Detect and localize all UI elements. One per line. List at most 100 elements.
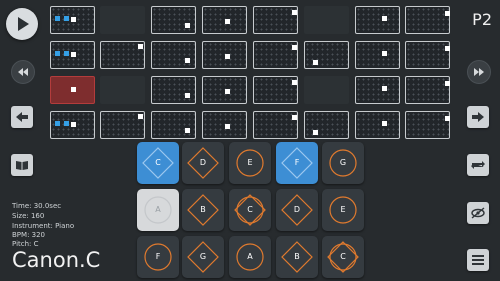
pattern-cell[interactable] xyxy=(100,111,145,139)
pattern-cell[interactable] xyxy=(253,111,298,139)
pattern-label: P2 xyxy=(472,10,492,29)
menu-button[interactable] xyxy=(467,249,489,271)
step-marker xyxy=(382,51,387,56)
step-marker xyxy=(71,122,76,127)
pattern-cell[interactable] xyxy=(304,41,349,69)
note-label: B xyxy=(294,252,300,261)
repeat-icon xyxy=(471,161,485,169)
pattern-cell[interactable] xyxy=(50,76,95,104)
step-marker xyxy=(382,121,387,126)
pattern-cell[interactable] xyxy=(50,41,95,69)
note-label: E xyxy=(340,205,346,214)
active-step-marker xyxy=(64,121,69,126)
step-marker xyxy=(225,19,230,24)
pattern-cell[interactable] xyxy=(151,41,196,69)
arrow-right-icon xyxy=(472,112,484,122)
play-icon xyxy=(18,17,29,31)
eye-off-icon xyxy=(471,207,485,219)
note-pad[interactable]: D xyxy=(182,142,224,184)
step-marker xyxy=(382,86,387,91)
step-marker xyxy=(71,52,76,57)
note-pad[interactable]: B xyxy=(276,236,318,278)
note-label: C xyxy=(340,252,346,261)
step-marker xyxy=(185,58,190,63)
step-marker xyxy=(382,16,387,21)
book-icon xyxy=(16,161,28,170)
step-marker xyxy=(138,44,143,49)
step-marker xyxy=(445,81,450,86)
pattern-cell[interactable] xyxy=(405,6,450,34)
step-marker xyxy=(71,17,76,22)
note-label: B xyxy=(200,205,206,214)
pattern-cell[interactable] xyxy=(100,76,145,104)
step-marker xyxy=(445,11,450,16)
hide-button[interactable] xyxy=(467,202,489,224)
pattern-cell[interactable] xyxy=(50,6,95,34)
pattern-cell[interactable] xyxy=(202,111,247,139)
note-pad[interactable]: A xyxy=(137,189,179,231)
pattern-cell[interactable] xyxy=(355,111,400,139)
note-pad[interactable]: E xyxy=(322,189,364,231)
note-label: F xyxy=(155,252,161,261)
pattern-cell[interactable] xyxy=(355,6,400,34)
note-label: F xyxy=(294,158,300,167)
pattern-cell[interactable] xyxy=(304,6,349,34)
rewind-button[interactable] xyxy=(11,60,35,84)
pattern-cell[interactable] xyxy=(100,6,145,34)
pattern-cell[interactable] xyxy=(253,6,298,34)
step-marker xyxy=(445,46,450,51)
step-marker xyxy=(225,89,230,94)
note-pad[interactable]: F xyxy=(276,142,318,184)
step-marker xyxy=(225,124,230,129)
pattern-cell[interactable] xyxy=(253,41,298,69)
note-pad[interactable]: G xyxy=(322,142,364,184)
pattern-cell[interactable] xyxy=(202,41,247,69)
pattern-cell[interactable] xyxy=(100,41,145,69)
pattern-cell[interactable] xyxy=(202,76,247,104)
pattern-cell[interactable] xyxy=(50,111,95,139)
note-label: A xyxy=(155,205,161,214)
song-title: Canon.C xyxy=(12,248,101,272)
active-step-marker xyxy=(64,51,69,56)
pattern-cell[interactable] xyxy=(304,76,349,104)
note-pad[interactable]: G xyxy=(182,236,224,278)
pattern-cell[interactable] xyxy=(355,41,400,69)
pattern-cell[interactable] xyxy=(253,76,298,104)
library-button[interactable] xyxy=(11,154,33,176)
note-pad[interactable]: F xyxy=(137,236,179,278)
active-step-marker xyxy=(55,51,60,56)
pattern-cell[interactable] xyxy=(151,6,196,34)
previous-button[interactable] xyxy=(11,106,33,128)
pitch-info: Pitch: C xyxy=(12,240,39,248)
pattern-cell[interactable] xyxy=(355,76,400,104)
fast-forward-button[interactable] xyxy=(467,60,491,84)
fast-forward-icon xyxy=(474,68,484,76)
pattern-cell[interactable] xyxy=(405,76,450,104)
repeat-button[interactable] xyxy=(467,154,489,176)
step-marker xyxy=(313,130,318,135)
rewind-icon xyxy=(18,68,28,76)
note-pad[interactable]: B xyxy=(182,189,224,231)
pattern-cell[interactable] xyxy=(405,111,450,139)
note-pad[interactable]: A xyxy=(229,236,271,278)
step-marker xyxy=(292,45,297,50)
note-pad[interactable]: C xyxy=(322,236,364,278)
step-marker xyxy=(185,93,190,98)
step-marker xyxy=(71,87,76,92)
play-button[interactable] xyxy=(6,8,38,40)
next-button[interactable] xyxy=(467,106,489,128)
pattern-cell[interactable] xyxy=(405,41,450,69)
note-pad[interactable]: D xyxy=(276,189,318,231)
time-info: Time: 30.0sec xyxy=(12,202,62,210)
note-label: C xyxy=(247,205,253,214)
pattern-cell[interactable] xyxy=(304,111,349,139)
active-step-marker xyxy=(55,121,60,126)
pattern-cell[interactable] xyxy=(202,6,247,34)
note-label: A xyxy=(247,252,253,261)
pattern-cell[interactable] xyxy=(151,111,196,139)
note-pad[interactable]: E xyxy=(229,142,271,184)
pattern-cell[interactable] xyxy=(151,76,196,104)
step-marker xyxy=(292,115,297,120)
note-pad[interactable]: C xyxy=(137,142,179,184)
note-pad[interactable]: C xyxy=(229,189,271,231)
